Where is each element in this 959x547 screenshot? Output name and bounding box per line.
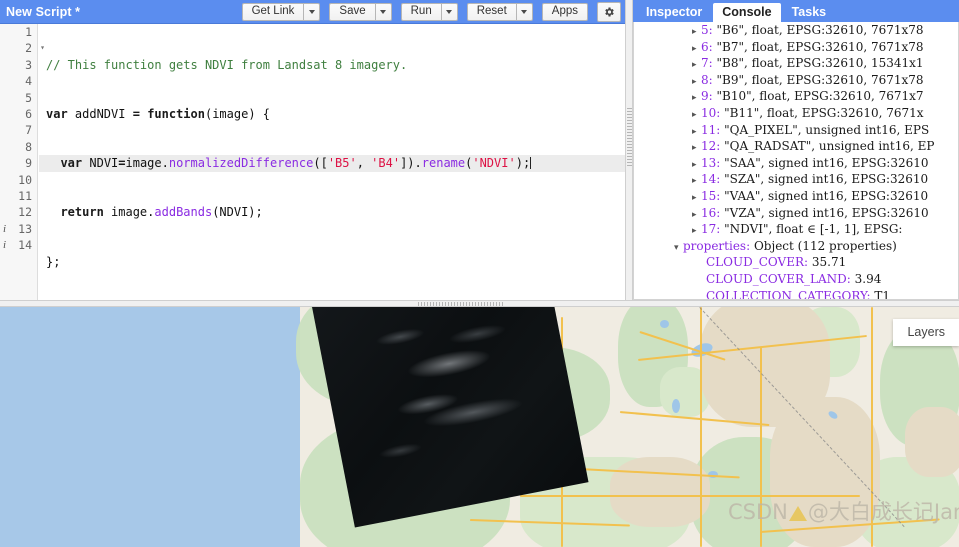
settings-button[interactable] [597,1,621,22]
code-text-area[interactable]: 1 2 ▾ 3 4 5 6 7 8 9 10 11 12 i 13 i 14 // T… [0,24,625,300]
console-band-row[interactable]: ▸ 10: "B11", float, EPSG:32610, 7671x [634,105,958,122]
gutter-line: 4 [25,74,32,89]
chevron-down-icon [521,9,528,14]
terrain-tan [610,457,710,527]
console-band-row[interactable]: ▸ 15: "VAA", signed int16, EPSG:32610 [634,188,958,205]
gutter-line: 5 [25,90,32,105]
code-line-2: var addNDVI = function(image) { [46,107,271,122]
terrain-tan [905,407,959,477]
reset-group: Reset [466,2,533,21]
line-info-icon: i [3,239,7,252]
vertical-splitter-grip[interactable] [627,108,632,168]
ocean-area [0,307,330,547]
console-panel: Inspector Console Tasks ▸ 5: "B6", float,… [633,0,959,300]
console-band-row[interactable]: ▸ 17: "NDVI", float ∈ [-1, 1], EPSG: [634,221,958,238]
console-property-row: CLOUD_COVER_LAND: 3.94 [706,271,882,286]
console-property-row: CLOUD_COVER: 35.71 [706,255,847,270]
layers-button[interactable]: Layers [893,319,959,346]
console-band-row[interactable]: ▸ 11: "QA_PIXEL", unsigned int16, EPS [634,122,958,139]
console-property-row: COLLECTION_CATEGORY: T1 [706,288,890,300]
earth-engine-code-editor: New Script * Get Link Save Run Reset App… [0,0,959,547]
console-band-row[interactable]: ▸ 13: "SAA", signed int16, EPSG:32610 [634,155,958,172]
run-dropdown-button[interactable] [440,2,458,21]
tab-inspector[interactable]: Inspector [637,3,712,22]
console-band-row[interactable]: ▸ 7: "B8", float, EPSG:32610, 15341x1 [634,55,958,72]
horizontal-splitter[interactable] [0,300,959,307]
vertical-splitter[interactable] [625,0,633,300]
code-line-4: return image.addBands(NDVI); [60,205,263,220]
tab-console[interactable]: Console [713,3,781,22]
save-dropdown-button[interactable] [374,2,392,21]
run-button[interactable]: Run [400,2,441,21]
apps-group: Apps [541,2,588,21]
line-info-icon: i [3,222,7,235]
code-lines[interactable]: // This function gets NDVI from Landsat … [39,24,625,300]
code-line-3: var NDVI=image.normalizedDifference(['B5… [39,155,625,172]
get-link-group: Get Link [241,2,321,21]
console-band-row[interactable]: ▸ 6: "B7", float, EPSG:32610, 7671x78 [634,39,958,56]
code-line-1: // This function gets NDVI from Landsat … [39,57,625,73]
chevron-down-icon [380,9,387,14]
chevron-down-icon [446,9,453,14]
console-band-row[interactable]: ▸ 9: "B10", float, EPSG:32610, 7671x7 [634,88,958,105]
road [871,307,873,547]
console-tabbar: Inspector Console Tasks [633,0,959,22]
script-title: New Script * [6,4,81,19]
gutter-line: 3 [25,57,32,72]
console-output[interactable]: ▸ 5: "B6", float, EPSG:32610, 7671x78 ▸ 6:… [633,22,959,300]
console-band-row[interactable]: ▸ 16: "VZA", signed int16, EPSG:32610 [634,205,958,222]
reset-button[interactable]: Reset [466,2,516,21]
console-band-row[interactable]: ▸ 14: "SZA", signed int16, EPSG:32610 [634,171,958,188]
gutter-line: 11 [18,188,32,203]
line-number-gutter: 1 2 ▾ 3 4 5 6 7 8 9 10 11 12 i 13 i 14 [0,24,45,300]
gutter-line: 12 [18,205,32,220]
tab-tasks[interactable]: Tasks [782,3,836,22]
console-properties-header[interactable]: ▾ properties: Object (112 properties) [634,238,958,255]
apps-button[interactable]: Apps [541,2,588,21]
road [520,495,860,497]
gutter-line: 9 [25,156,32,171]
console-band-row[interactable]: ▸ 8: "B9", float, EPSG:32610, 7671x78 [634,72,958,89]
top-panels: New Script * Get Link Save Run Reset App… [0,0,959,300]
gear-icon [605,7,614,16]
editor-toolbar: New Script * Get Link Save Run Reset App… [0,0,625,24]
lake [672,399,680,413]
gutter-line: 10 [18,172,32,187]
code-editor-panel: New Script * Get Link Save Run Reset App… [0,0,625,300]
gutter-line: 1 [25,25,32,39]
gutter-line: 7 [25,123,32,138]
lake [660,320,669,328]
console-band-row[interactable]: ▸ 5: "B6", float, EPSG:32610, 7671x78 [634,22,958,39]
run-group: Run [400,2,458,21]
road [760,347,762,547]
code-line-5: }; [46,254,61,269]
gutter-line: i 14 [3,238,32,253]
map-canvas[interactable]: 马麦斯湖 Mammoth Lakes 毕晓普 Bishop 托 To 弗雷斯诺 … [0,307,959,547]
gutter-line: 2 ▾ [25,41,45,56]
gutter-line: 8 [25,139,32,154]
get-link-dropdown-button[interactable] [303,2,321,21]
code-line-1-text: // This function gets NDVI from Landsat … [46,57,408,72]
road [700,307,702,547]
save-button[interactable]: Save [329,2,375,21]
save-group: Save [329,2,392,21]
gutter-line: 6 [25,106,32,121]
console-band-row[interactable]: ▸ 12: "QA_RADSAT", unsigned int16, EP [634,138,958,155]
reset-dropdown-button[interactable] [515,2,533,21]
horizontal-splitter-grip[interactable] [418,302,503,306]
gutter-line: i 13 [3,221,32,236]
collapse-arrow-icon[interactable]: ▾ [674,240,683,257]
get-link-button[interactable]: Get Link [241,2,304,21]
chevron-down-icon [308,9,315,14]
